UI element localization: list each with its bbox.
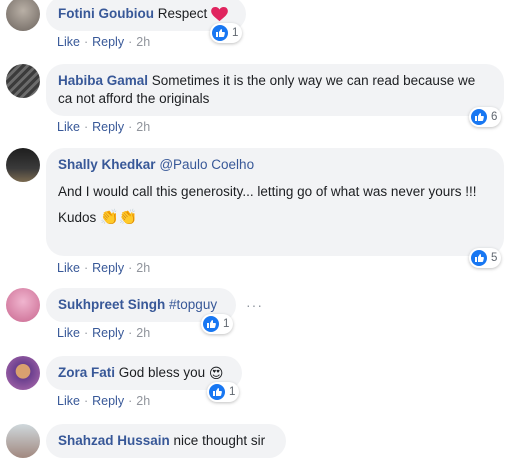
timestamp[interactable]: 2h — [136, 35, 150, 49]
like-thumb-icon — [212, 25, 228, 41]
comment-actions: Like · Reply · 2h — [57, 394, 151, 408]
heart-eyes-emoji: 😍 — [208, 365, 224, 382]
clapping-hands-emoji: 👏 — [100, 209, 119, 227]
avatar[interactable] — [6, 0, 40, 31]
reaction-count[interactable]: 6 — [469, 107, 502, 127]
reply-link[interactable]: Reply — [92, 326, 124, 340]
reply-link[interactable]: Reply — [92, 35, 124, 49]
reply-link[interactable]: Reply — [92, 120, 124, 134]
comment-text: nice thought sir — [173, 433, 266, 448]
comment-author[interactable]: Shahzad Hussain — [58, 433, 170, 448]
reaction-count-value: 6 — [491, 111, 498, 123]
comment-bubble: Habiba Gamal Sometimes it is the only wa… — [46, 64, 504, 116]
reaction-count-value: 1 — [223, 318, 230, 330]
avatar[interactable] — [6, 148, 40, 182]
reply-link[interactable]: Reply — [92, 261, 124, 275]
reaction-count[interactable]: 1 — [201, 314, 234, 334]
comment-bubble: Shally Khedkar @Paulo Coelho And I would… — [46, 148, 504, 256]
avatar[interactable] — [6, 424, 40, 458]
comment-text: God bless you — [118, 365, 206, 380]
mention-link[interactable]: @Paulo Coelho — [159, 157, 254, 172]
like-link[interactable]: Like — [57, 261, 80, 275]
like-thumb-icon — [471, 109, 487, 125]
comment-author[interactable]: Sukhpreet Singh — [58, 297, 165, 312]
comment-author[interactable]: Shally Khedkar — [58, 157, 156, 172]
comment-author[interactable]: Habiba Gamal — [58, 73, 148, 88]
comment-text: Respect — [157, 6, 208, 21]
reaction-count-value: 1 — [229, 386, 236, 398]
reply-link[interactable]: Reply — [92, 394, 124, 408]
comment-text-kudos: Kudos — [58, 210, 97, 225]
timestamp[interactable]: 2h — [136, 261, 150, 275]
timestamp[interactable]: 2h — [136, 326, 150, 340]
like-thumb-icon — [203, 316, 219, 332]
comment-text: And I would call this generosity... lett… — [58, 184, 477, 199]
reaction-count-value: 5 — [491, 252, 498, 264]
comment-actions: Like · Reply · 2h — [57, 326, 151, 340]
avatar[interactable] — [6, 288, 40, 322]
comment-bubble: Shahzad Hussain nice thought sir — [46, 424, 286, 458]
reaction-count-value: 1 — [232, 27, 239, 39]
comment-actions: Like · Reply · 2h — [57, 35, 151, 49]
comment-author[interactable]: Zora Fati — [58, 365, 115, 380]
comment-author[interactable]: Fotini Goubiou — [58, 6, 154, 21]
avatar[interactable] — [6, 356, 40, 390]
like-thumb-icon — [471, 250, 487, 266]
avatar[interactable] — [6, 64, 40, 98]
clapping-hands-emoji: 👏 — [118, 209, 138, 227]
comment-actions: Like · Reply · 2h — [57, 261, 151, 275]
reaction-count[interactable]: 1 — [210, 23, 243, 43]
red-heart-emoji — [211, 6, 228, 22]
timestamp[interactable]: 2h — [136, 120, 150, 134]
like-link[interactable]: Like — [57, 120, 80, 134]
more-options-icon[interactable]: ··· — [246, 297, 263, 313]
like-link[interactable]: Like — [57, 326, 80, 340]
hashtag-link[interactable]: #topguy — [169, 297, 217, 312]
like-link[interactable]: Like — [57, 394, 80, 408]
timestamp[interactable]: 2h — [136, 394, 150, 408]
like-link[interactable]: Like — [57, 35, 80, 49]
reaction-count[interactable]: 1 — [207, 382, 240, 402]
reaction-count[interactable]: 5 — [469, 248, 502, 268]
like-thumb-icon — [209, 384, 225, 400]
comment-actions: Like · Reply · 2h — [57, 120, 151, 134]
